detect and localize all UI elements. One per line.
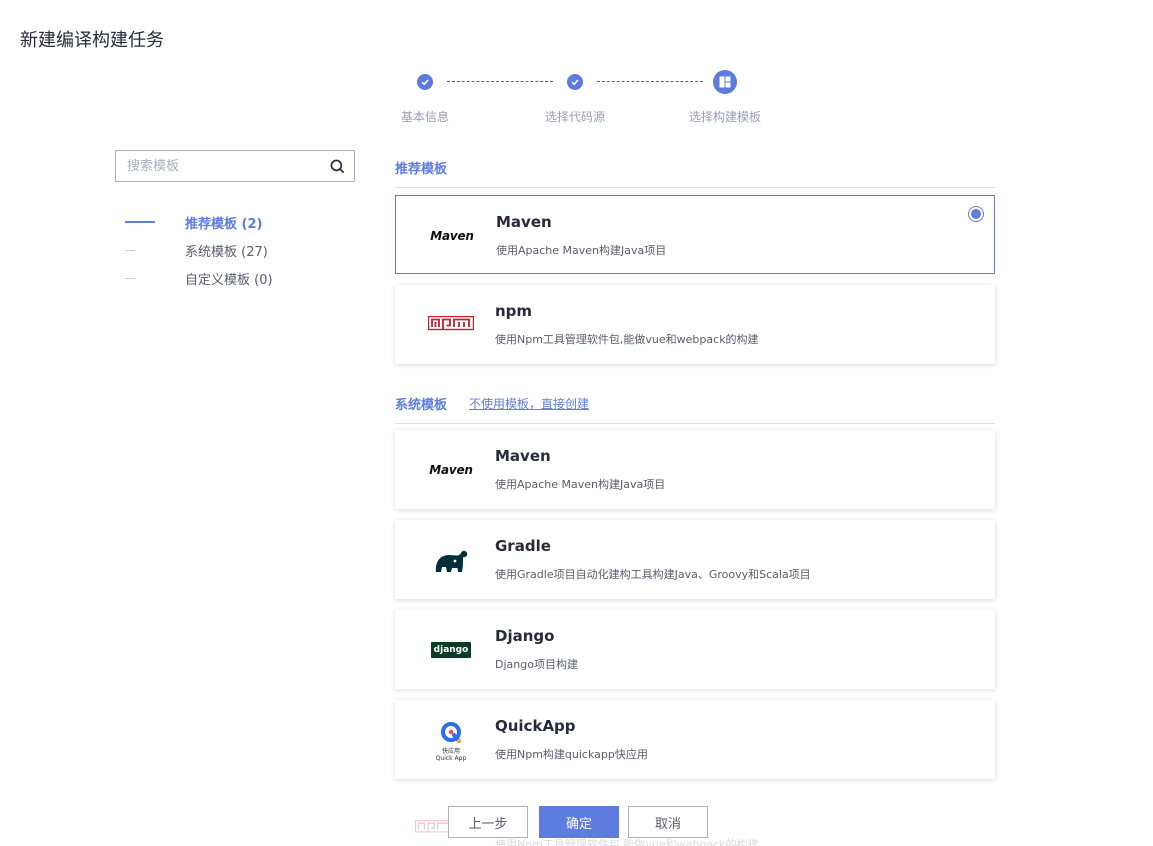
selected-radio-icon[interactable] <box>968 206 984 222</box>
django-logo-text: django <box>430 642 472 658</box>
template-desc: 使用Apache Maven构建Java项目 <box>496 244 667 257</box>
confirm-button[interactable]: 确定 <box>539 806 619 838</box>
template-card-quickapp[interactable]: 快应用 Quick App QuickApp 使用Npm构建quickapp快应… <box>395 700 995 779</box>
category-indicator <box>125 221 155 223</box>
category-system[interactable]: 系统模板 (27) <box>125 240 268 260</box>
category-indicator <box>125 277 135 279</box>
template-name: Maven <box>496 213 552 231</box>
recommended-section-header: 推荐模板 <box>395 158 995 188</box>
maven-logo-icon: Maven <box>412 214 492 258</box>
page-title: 新建编译构建任务 <box>20 30 164 51</box>
template-desc: Django项目构建 <box>495 658 578 671</box>
template-grid-icon <box>713 70 737 94</box>
category-custom[interactable]: 自定义模板 (0) <box>125 268 273 288</box>
template-name: Django <box>495 627 555 645</box>
template-desc: 使用Npm工具管理软件包,能做vue和webpack的构建 <box>495 333 759 346</box>
check-icon <box>417 74 433 90</box>
cancel-button[interactable]: 取消 <box>628 806 708 838</box>
template-desc: 使用Npm工具管理软件包,能做vue和webpack的构建 <box>495 838 759 846</box>
section-title: 推荐模板 <box>395 162 448 177</box>
search-input[interactable] <box>116 151 316 181</box>
template-name: QuickApp <box>495 717 576 735</box>
template-desc: 使用Apache Maven构建Java项目 <box>495 478 666 491</box>
template-desc: 使用Gradle项目自动化建构工具构建Java、Groovy和Scala项目 <box>495 568 811 581</box>
template-card-npm[interactable]: npm 使用Npm工具管理软件包,能做vue和webpack的构建 <box>395 285 995 364</box>
maven-logo-icon: Maven <box>411 448 491 492</box>
check-icon <box>567 74 583 90</box>
category-label: 推荐模板 (2) <box>185 216 263 232</box>
template-card-maven-recommended[interactable]: Maven Maven 使用Apache Maven构建Java项目 <box>395 195 995 274</box>
template-card-maven[interactable]: Maven Maven 使用Apache Maven构建Java项目 <box>395 430 995 509</box>
quickapp-caption: 快应用 Quick App <box>435 748 467 762</box>
template-card-django[interactable]: django Django Django项目构建 <box>395 610 995 689</box>
step-build-template: 选择构建模板 <box>665 70 785 125</box>
step-label: 选择构建模板 <box>688 110 761 124</box>
template-desc: 使用Npm构建quickapp快应用 <box>495 748 648 761</box>
search-icon[interactable] <box>330 159 345 174</box>
category-label: 自定义模板 (0) <box>185 272 273 288</box>
template-search-box <box>115 150 355 182</box>
maven-logo-text: Maven <box>430 229 474 243</box>
gradle-elephant-icon <box>411 538 491 582</box>
template-name: Gradle <box>495 537 551 555</box>
template-name: npm <box>495 302 533 320</box>
category-label: 系统模板 (27) <box>185 244 268 260</box>
system-section-header: 系统模板 不使用模板，直接创建 <box>395 394 995 424</box>
prev-step-button[interactable]: 上一步 <box>448 806 528 838</box>
maven-logo-text: Maven <box>429 463 473 477</box>
category-indicator <box>125 249 135 251</box>
quickapp-logo-icon: 快应用 Quick App <box>411 718 491 762</box>
create-without-template-link[interactable]: 不使用模板，直接创建 <box>469 395 589 412</box>
step-label: 选择代码源 <box>544 110 605 124</box>
template-name: Maven <box>495 447 551 465</box>
step-label: 基本信息 <box>400 110 449 124</box>
django-logo-icon: django <box>411 628 491 672</box>
npm-logo-icon <box>411 303 491 347</box>
template-card-gradle[interactable]: Gradle 使用Gradle项目自动化建构工具构建Java、Groovy和Sc… <box>395 520 995 599</box>
category-recommended[interactable]: 推荐模板 (2) <box>125 212 262 232</box>
section-title: 系统模板 <box>395 398 448 413</box>
